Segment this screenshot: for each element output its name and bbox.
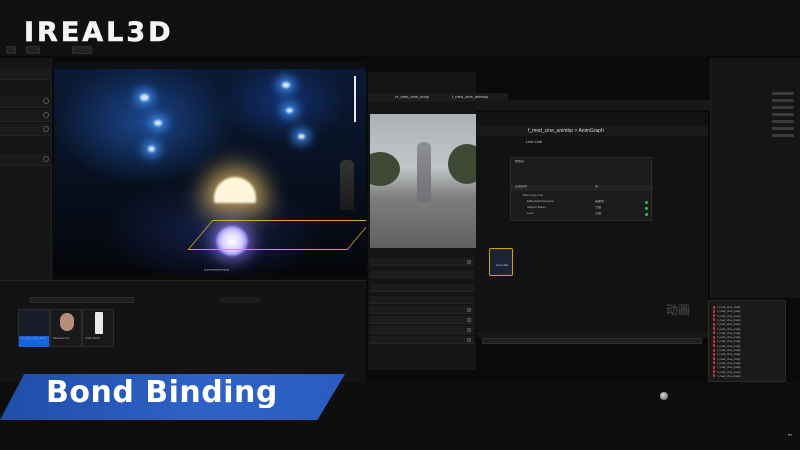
cloth-thumbnail-icon [95, 312, 103, 334]
log-line: f_med_cine_body [713, 374, 785, 378]
add-button[interactable] [72, 46, 92, 54]
reset-icon[interactable] [467, 328, 471, 332]
tree [448, 144, 476, 184]
asset-tile[interactable]: MetaHuman [50, 309, 82, 347]
outliner-row[interactable] [772, 120, 794, 123]
material-sphere-icon [660, 392, 668, 400]
tree-item[interactable]: Look 已跟 [511, 212, 653, 218]
mode-button[interactable] [26, 46, 40, 54]
graph-watermark: 动画 [666, 303, 691, 317]
metahuman-preview[interactable] [417, 142, 431, 202]
left-details-panel [0, 58, 52, 280]
section-header: 主题名称 值 [511, 185, 653, 191]
log-filter-input[interactable] [482, 338, 702, 344]
selection-bounds [187, 220, 366, 250]
asset-tile[interactable]: Cloth Mesh [82, 309, 114, 347]
live-link-table: 属性名 主题名称 值 Mobu Live Link EditorActiveCa… [510, 157, 653, 221]
details-row[interactable] [370, 316, 474, 324]
reset-icon[interactable] [43, 156, 49, 162]
details-row[interactable] [0, 68, 52, 80]
details-list [368, 250, 476, 370]
tab-body[interactable]: rx_med_cine_body [395, 95, 429, 100]
outliner-row[interactable] [772, 113, 794, 116]
reset-icon[interactable] [467, 308, 471, 312]
reset-icon[interactable] [43, 126, 49, 132]
viewport-toolbar [54, 62, 366, 69]
live-link-tab[interactable]: Live Link [526, 140, 542, 145]
details-row[interactable] [0, 154, 52, 166]
details-row[interactable] [370, 270, 474, 278]
asset-search-input[interactable] [30, 297, 134, 303]
outliner-panel [710, 58, 800, 298]
message-log: f_med_cine_body f_med_cine_body f_med_ci… [708, 300, 786, 382]
ireal3d-logo: IREAL3D [24, 19, 174, 46]
outliner-row[interactable] [772, 127, 794, 130]
anim-preview-viewport[interactable] [370, 114, 476, 248]
status-dot [645, 201, 648, 204]
details-row[interactable] [370, 284, 474, 292]
tree [370, 152, 400, 186]
details-row[interactable] [370, 336, 474, 344]
details-row[interactable] [0, 96, 52, 108]
table-header: 属性名 [515, 160, 525, 163]
details-row[interactable] [0, 124, 52, 136]
details-row[interactable] [370, 306, 474, 314]
transform-arrow[interactable] [354, 76, 356, 122]
corner-mark: ▪▪▪ [787, 433, 792, 437]
editor-window: IREAL3D ▪▪▪▪▪▪▪▪▪▪▪▪▪▪▪▪▪▪ rx_med_cine_b… [0, 0, 800, 450]
details-row[interactable] [370, 258, 474, 266]
outliner-row[interactable] [772, 106, 794, 109]
stage-light [140, 94, 149, 101]
stage-light [286, 108, 293, 113]
filter-button[interactable] [220, 297, 260, 303]
outliner-row[interactable] [772, 99, 794, 102]
stage-light [298, 134, 305, 139]
reset-icon[interactable] [467, 318, 471, 322]
save-button[interactable] [6, 46, 16, 54]
level-viewport[interactable]: ▪▪▪▪▪▪▪▪▪▪▪▪▪▪▪▪▪▪ [54, 62, 366, 274]
live-link-pose-node[interactable]: Live Link [489, 248, 513, 276]
character-silhouette[interactable] [340, 160, 354, 210]
details-row[interactable] [0, 110, 52, 122]
asset-tile[interactable]: m_med_cine_body [18, 309, 50, 347]
glow-dome-light [214, 177, 256, 203]
details-row[interactable] [370, 326, 474, 334]
anim-graph-editor [476, 112, 708, 334]
stage-light [154, 120, 162, 126]
viewport-caption: ▪▪▪▪▪▪▪▪▪▪▪▪▪▪▪▪▪▪ [204, 268, 230, 272]
status-dot [645, 213, 648, 216]
face-thumbnail-icon [60, 313, 74, 331]
outliner-row[interactable] [772, 134, 794, 137]
reset-icon[interactable] [467, 338, 471, 342]
stage-light [148, 146, 155, 152]
reset-icon[interactable] [467, 260, 471, 264]
outliner-row[interactable] [772, 92, 794, 95]
graph-breadcrumb: f_med_cine_animbp > AnimGraph [476, 126, 708, 136]
banner-title: Bond Binding [46, 378, 278, 408]
reset-icon[interactable] [43, 112, 49, 118]
stage-light [282, 82, 290, 88]
reset-icon[interactable] [43, 98, 49, 104]
details-row[interactable] [370, 296, 474, 304]
status-dot [645, 207, 648, 210]
